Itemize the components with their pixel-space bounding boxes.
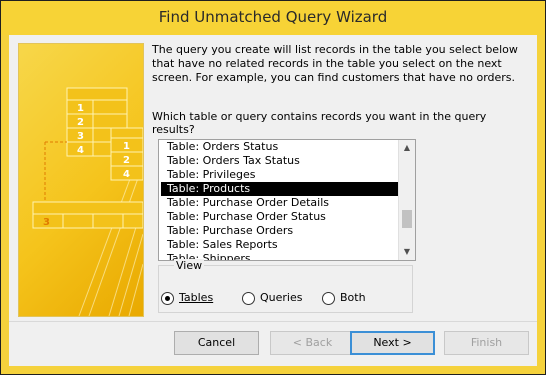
next-button[interactable]: Next > (350, 331, 435, 355)
wizard-body: 1 2 3 4 1 2 4 3 The query you create wil… (9, 35, 537, 366)
list-item[interactable]: Table: Privileges (161, 168, 403, 182)
wizard-window: Find Unmatched Query Wizard 1 2 3 4 1 2 … (0, 0, 546, 375)
illustration-number: 4 (123, 169, 130, 180)
radio-unchecked-icon[interactable] (242, 291, 255, 305)
list-item[interactable]: Table: Purchase Orders (161, 224, 403, 238)
illustration-number: 3 (43, 217, 50, 228)
cancel-button[interactable]: Cancel (174, 331, 259, 355)
radio-unchecked-icon[interactable] (322, 291, 335, 305)
illustration-number: 2 (77, 117, 84, 128)
radio-label: Tables (179, 291, 214, 304)
radio-label: Both (340, 291, 366, 304)
scroll-up-icon[interactable]: ▲ (399, 140, 415, 156)
finish-button[interactable]: Finish (444, 331, 529, 355)
window-title: Find Unmatched Query Wizard (158, 8, 388, 26)
scroll-down-icon[interactable]: ▼ (399, 244, 415, 260)
illustration-number: 4 (77, 145, 84, 156)
view-groupbox (158, 265, 413, 313)
illustration-number: 1 (77, 103, 84, 114)
list-item[interactable]: Table: Orders Tax Status (161, 154, 403, 168)
radio-tables[interactable]: Tables (161, 291, 213, 305)
list-item[interactable]: Table: Orders Status (161, 140, 403, 154)
list-scrollbar[interactable]: ▲ ▼ (398, 140, 415, 260)
back-button[interactable]: < Back (270, 331, 355, 355)
intro-text: The query you create will list records i… (152, 43, 518, 84)
question-text: Which table or query contains records yo… (152, 110, 487, 136)
radio-checked-icon[interactable] (161, 291, 174, 305)
view-label: View (174, 259, 205, 272)
list-item-selected[interactable]: Table: Products (161, 182, 403, 196)
illustration-number: 2 (123, 155, 130, 166)
radio-both[interactable]: Both (322, 291, 366, 305)
footer-divider (9, 321, 537, 322)
illustration-number: 3 (77, 131, 84, 142)
radio-label: Queries (260, 291, 303, 304)
wizard-illustration: 1 2 3 4 1 2 4 3 (18, 43, 144, 317)
illustration-number: 1 (123, 141, 130, 152)
list-item[interactable]: Table: Purchase Order Status (161, 210, 403, 224)
list-item[interactable]: Table: Sales Reports (161, 238, 403, 252)
title-bar[interactable]: Find Unmatched Query Wizard (1, 1, 545, 35)
radio-queries[interactable]: Queries (242, 291, 302, 305)
scroll-thumb[interactable] (402, 210, 412, 228)
list-item[interactable]: Table: Purchase Order Details (161, 196, 403, 210)
table-query-listbox[interactable]: Table: Orders Status Table: Orders Tax S… (158, 139, 416, 261)
